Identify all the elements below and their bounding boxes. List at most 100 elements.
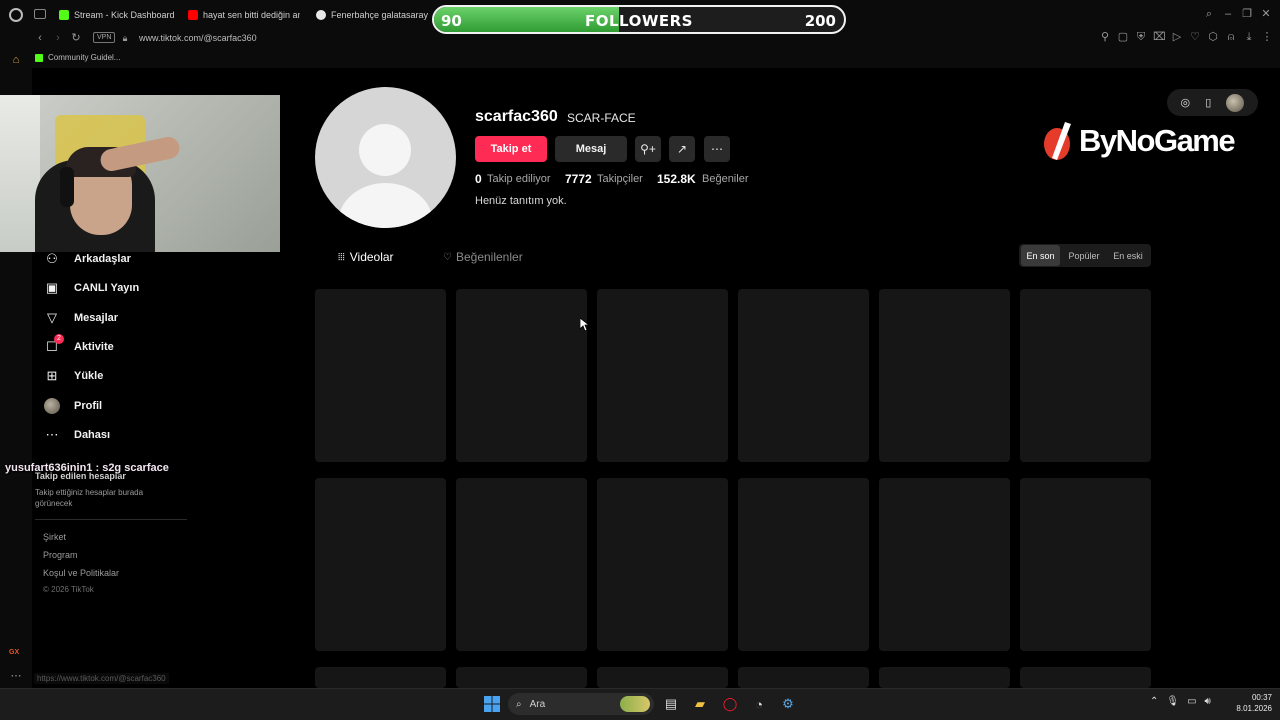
reload-icon[interactable]: ↻ — [70, 32, 82, 44]
task-view-icon[interactable]: ▤ — [661, 694, 681, 714]
tab-youtube-video[interactable]: hayat sen bitti dediğin an g — [188, 6, 300, 24]
video-thumbnail-placeholder[interactable] — [597, 478, 728, 651]
video-thumbnail-placeholder[interactable] — [1020, 289, 1151, 462]
video-thumbnail-placeholder[interactable] — [597, 289, 728, 462]
live-icon: ▣ — [45, 280, 59, 295]
compass-icon[interactable]: ◎ — [1181, 96, 1191, 109]
tray-chevron-icon[interactable]: ⌃ — [1150, 696, 1158, 707]
grid-icon: ⦙⦙⦙ — [338, 251, 345, 263]
forward-icon[interactable]: › — [52, 32, 64, 44]
clock-time: 00:37 — [1251, 693, 1272, 702]
steam-taskbar-icon[interactable]: ⚙ — [778, 694, 798, 714]
taskbar-search-box[interactable]: ⌕ Ara — [508, 693, 654, 715]
sidebar-item-more[interactable]: ⋯ Dahası — [44, 424, 111, 446]
sidebar-item-profile[interactable]: Profil — [44, 395, 102, 417]
profile-avatar — [44, 398, 60, 414]
footer-link-company[interactable]: Şirket — [43, 532, 66, 542]
followers-goal: 200 — [804, 12, 836, 30]
tab-kick-dashboard[interactable]: Stream - Kick Dashboard — [59, 6, 179, 24]
webcam-overlay — [0, 95, 280, 252]
sidebar-item-messages[interactable]: ▽ Mesajlar — [44, 307, 118, 329]
translate-icon[interactable]: ⌧ — [1153, 31, 1166, 45]
more-options-button[interactable]: ⋯ — [704, 136, 730, 162]
video-thumbnail-placeholder[interactable] — [1020, 667, 1151, 688]
microphone-icon[interactable]: 🎙︎ — [1166, 696, 1179, 707]
tab-videos[interactable]: ⦙⦙⦙ Videolar — [338, 250, 394, 264]
friends-icon: ⚇ — [46, 251, 58, 266]
tab-overview-icon[interactable] — [34, 9, 46, 19]
tab-liked[interactable]: ♡ Beğenilenler — [443, 250, 523, 264]
close-icon[interactable]: ✕ — [1260, 8, 1272, 20]
likes-label: Beğeniler — [702, 173, 749, 185]
search-highlight-icon — [620, 696, 650, 712]
follow-button[interactable]: Takip et — [475, 136, 547, 162]
video-thumbnail-placeholder[interactable] — [315, 667, 446, 688]
vpn-badge[interactable]: VPN — [93, 32, 116, 43]
heart-icon[interactable]: ♡ — [1189, 31, 1201, 45]
video-thumbnail-placeholder[interactable] — [879, 478, 1010, 651]
brand-overlay: ByNoGame — [1043, 120, 1236, 162]
account-icon[interactable]: ⍝ — [1225, 31, 1237, 45]
message-button[interactable]: Mesaj — [555, 136, 627, 162]
gx-label[interactable]: GX — [9, 649, 19, 656]
search-placeholder: Ara — [529, 698, 546, 710]
sidebar-item-upload[interactable]: ⊞ Yükle — [44, 365, 104, 387]
share-button[interactable]: ↗ — [669, 136, 695, 162]
video-thumbnail-placeholder[interactable] — [1020, 478, 1151, 651]
video-thumbnail-placeholder[interactable] — [738, 667, 869, 688]
bookmark-community-guidelines[interactable]: Community Guidel... — [35, 53, 120, 62]
followers-count[interactable]: 7772 — [565, 172, 592, 186]
video-thumbnail-placeholder[interactable] — [738, 478, 869, 651]
restore-icon[interactable]: ❐ — [1241, 8, 1253, 20]
video-thumbnail-placeholder[interactable] — [879, 289, 1010, 462]
video-thumbnail-placeholder[interactable] — [315, 478, 446, 651]
opera-logo-icon[interactable] — [9, 8, 23, 22]
taskbar-clock[interactable]: 00:37 8.01.2026 — [1228, 692, 1272, 714]
footer-link-program[interactable]: Program — [43, 550, 78, 560]
extensions-icon[interactable]: ⬡ — [1207, 31, 1219, 45]
play-icon[interactable]: ▷ — [1171, 31, 1183, 45]
video-thumbnail-placeholder[interactable] — [456, 478, 587, 651]
search-tabs-icon[interactable]: ⌕ — [1203, 8, 1215, 20]
sidebar-item-label: Aktivite — [74, 341, 114, 353]
copyright: © 2026 TikTok — [43, 585, 94, 594]
video-thumbnail-placeholder[interactable] — [879, 667, 1010, 688]
sidebar-item-live[interactable]: ▣ CANLI Yayın — [44, 277, 139, 299]
phone-icon[interactable]: ▯ — [1205, 96, 1211, 109]
youtube-favicon-icon — [188, 10, 198, 20]
minimize-icon[interactable]: – — [1222, 8, 1234, 20]
video-thumbnail-placeholder[interactable] — [315, 289, 446, 462]
windows-start-icon[interactable] — [482, 694, 502, 714]
video-thumbnail-placeholder[interactable] — [597, 667, 728, 688]
file-explorer-icon[interactable]: ▰ — [690, 694, 710, 714]
bynogame-logo-icon — [1044, 122, 1071, 160]
opera-gx-taskbar-icon[interactable]: ◯ — [720, 694, 740, 714]
sort-latest[interactable]: En son — [1021, 245, 1060, 266]
page-utility-pill: ◎ ▯ — [1167, 89, 1258, 116]
sidebar-item-activity[interactable]: ☐ 2 Aktivite — [44, 334, 114, 358]
tab-google-search[interactable]: Fenerbahçe galatasaray m — [316, 6, 428, 24]
pin-icon[interactable]: ⚲ — [1099, 31, 1111, 45]
footer-link-terms[interactable]: Koşul ve Politikalar — [43, 568, 119, 578]
url-field[interactable]: www.tiktok.com/@scarfac360 — [139, 33, 257, 43]
sort-popular[interactable]: Popüler — [1063, 245, 1105, 266]
volume-icon[interactable]: 🔊︎ — [1205, 696, 1211, 707]
snapshot-icon[interactable]: ▢ — [1117, 31, 1129, 45]
headphone-icon — [60, 167, 74, 207]
followers-label[interactable]: Takipçiler — [597, 173, 643, 185]
add-friend-button[interactable]: ⚲+ — [635, 136, 661, 162]
shield-icon[interactable]: ⛨ — [1135, 31, 1147, 45]
rail-more-icon[interactable]: ⋯ — [9, 670, 23, 682]
download-icon[interactable]: ⤓ — [1243, 31, 1255, 45]
video-thumbnail-placeholder[interactable] — [738, 289, 869, 462]
user-avatar[interactable] — [1226, 93, 1245, 112]
video-thumbnail-placeholder[interactable] — [456, 289, 587, 462]
display-icon[interactable]: ▭ — [1187, 696, 1196, 707]
sort-oldest[interactable]: En eski — [1107, 245, 1149, 266]
avatar-head-shape — [359, 124, 411, 176]
app-taskbar-icon[interactable]: ◔ — [749, 694, 769, 714]
home-icon[interactable]: ⌂ — [9, 54, 23, 66]
video-thumbnail-placeholder[interactable] — [456, 667, 587, 688]
back-icon[interactable]: ‹ — [34, 32, 46, 44]
menu-icon[interactable]: ⋮ — [1261, 31, 1273, 45]
